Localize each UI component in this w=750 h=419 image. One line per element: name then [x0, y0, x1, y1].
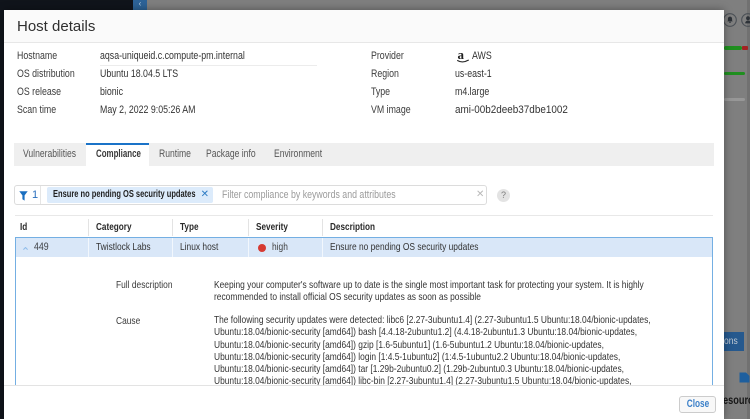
svg-text:a: a — [458, 48, 465, 62]
